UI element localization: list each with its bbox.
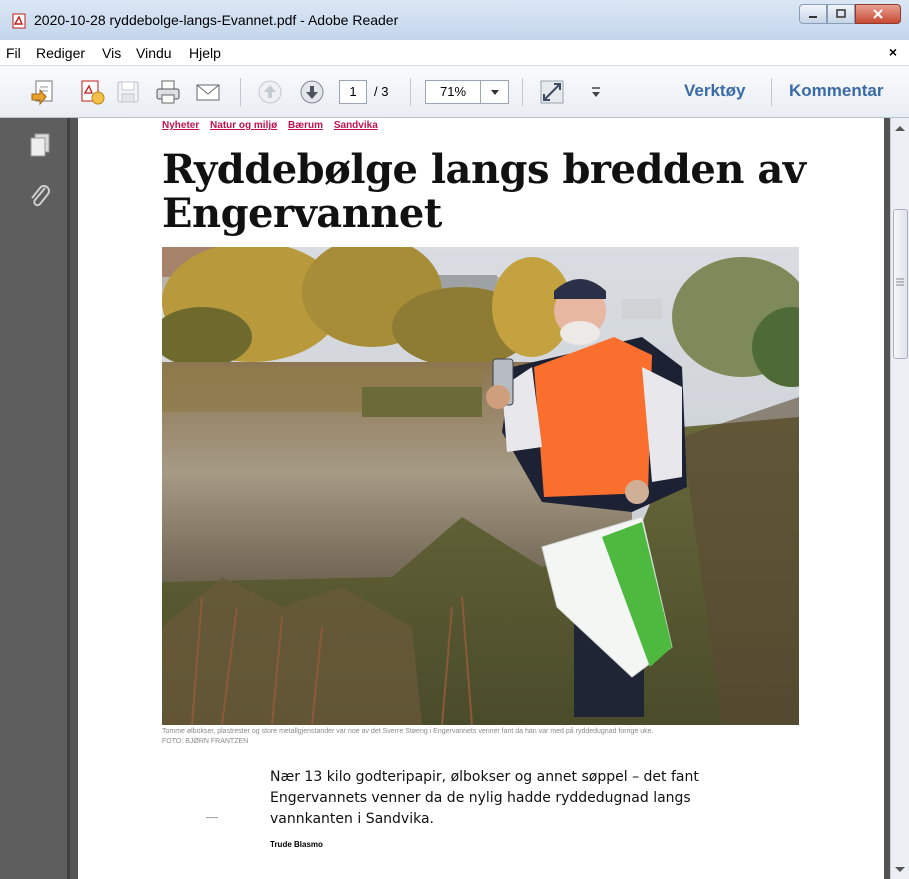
article-tags: Nyheter Natur og miljø Bærum Sandvika bbox=[162, 120, 386, 131]
zoom-dropdown-button[interactable] bbox=[481, 80, 509, 104]
maximize-icon bbox=[836, 9, 846, 18]
window-controls bbox=[799, 4, 901, 24]
caption-text: Tomme ølbokser, plastrester og store met… bbox=[162, 728, 654, 735]
pdf-page: Nyheter Natur og miljø Bærum Sandvika Ry… bbox=[78, 118, 884, 879]
page-total: / 3 bbox=[374, 84, 389, 99]
byline-logo: ___ bbox=[206, 809, 218, 818]
scroll-up-icon[interactable] bbox=[895, 124, 905, 132]
print-icon[interactable] bbox=[154, 78, 182, 106]
attachments-paperclip-icon[interactable] bbox=[28, 182, 52, 210]
window-title: 2020-10-28 ryddebolge-langs-Evannet.pdf … bbox=[34, 12, 399, 28]
create-pdf-icon[interactable] bbox=[30, 78, 58, 106]
article-headline: Ryddebølge langs bredden av Engervannet bbox=[162, 146, 806, 237]
comment-panel-link[interactable]: Kommentar bbox=[789, 81, 883, 101]
menu-file[interactable]: Fil bbox=[6, 45, 21, 61]
page-number-input[interactable]: 1 bbox=[339, 80, 367, 104]
menu-bar: Fil Rediger Vis Vindu Hjelp × bbox=[0, 40, 909, 66]
zoom-input[interactable]: 71% bbox=[425, 80, 481, 104]
minimize-icon bbox=[809, 16, 817, 18]
tag-link[interactable]: Nyheter bbox=[162, 120, 199, 131]
menu-window[interactable]: Vindu bbox=[136, 45, 172, 61]
document-view[interactable]: Nyheter Natur og miljø Bærum Sandvika Ry… bbox=[70, 118, 890, 879]
previous-page-icon[interactable] bbox=[256, 78, 284, 106]
chevron-down-icon bbox=[490, 89, 499, 95]
menu-help[interactable]: Hjelp bbox=[189, 45, 221, 61]
menu-edit[interactable]: Rediger bbox=[36, 45, 85, 61]
scroll-grip-icon bbox=[896, 278, 904, 286]
article-ingress: Nær 13 kilo godteripapir, ølbokser og an… bbox=[270, 769, 699, 827]
next-page-icon[interactable] bbox=[298, 78, 326, 106]
photo-caption: Tomme ølbokser, plastrester og store met… bbox=[162, 727, 653, 747]
maximize-button[interactable] bbox=[827, 4, 855, 24]
menu-view[interactable]: Vis bbox=[102, 45, 121, 61]
toolbar-separator bbox=[522, 78, 523, 106]
adobe-reader-window: 2020-10-28 ryddebolge-langs-Evannet.pdf … bbox=[0, 0, 909, 879]
close-document-button[interactable]: × bbox=[889, 44, 897, 60]
page-thumbnails-icon[interactable] bbox=[28, 132, 52, 160]
toolbar: 1 / 3 71% Verktøy Kommentar bbox=[0, 66, 909, 118]
tools-panel-link[interactable]: Verktøy bbox=[684, 81, 745, 101]
export-pdf-icon[interactable] bbox=[78, 78, 106, 106]
vertical-scrollbar[interactable] bbox=[890, 118, 909, 879]
fit-page-icon[interactable] bbox=[538, 78, 566, 106]
navigation-pane bbox=[0, 118, 70, 879]
tag-link[interactable]: Natur og miljø bbox=[210, 120, 277, 131]
toolbar-separator bbox=[240, 78, 241, 106]
photo-credit: FOTO: BJØRN FRANTZEN bbox=[162, 738, 249, 745]
close-icon bbox=[873, 9, 883, 19]
toolbar-separator bbox=[771, 78, 772, 106]
minimize-button[interactable] bbox=[799, 4, 827, 24]
title-bar: 2020-10-28 ryddebolge-langs-Evannet.pdf … bbox=[0, 0, 909, 40]
email-icon[interactable] bbox=[194, 78, 222, 106]
tag-link[interactable]: Bærum bbox=[288, 120, 323, 131]
toolbar-separator bbox=[410, 78, 411, 106]
pdf-app-icon bbox=[12, 13, 26, 29]
tag-link[interactable]: Sandvika bbox=[334, 120, 378, 131]
article-photo bbox=[162, 247, 799, 725]
article-author: Trude Blasmo bbox=[270, 840, 323, 849]
scroll-down-icon[interactable] bbox=[895, 866, 905, 874]
close-button[interactable] bbox=[855, 4, 901, 24]
save-icon[interactable] bbox=[114, 78, 142, 106]
more-tools-icon[interactable] bbox=[582, 78, 610, 106]
